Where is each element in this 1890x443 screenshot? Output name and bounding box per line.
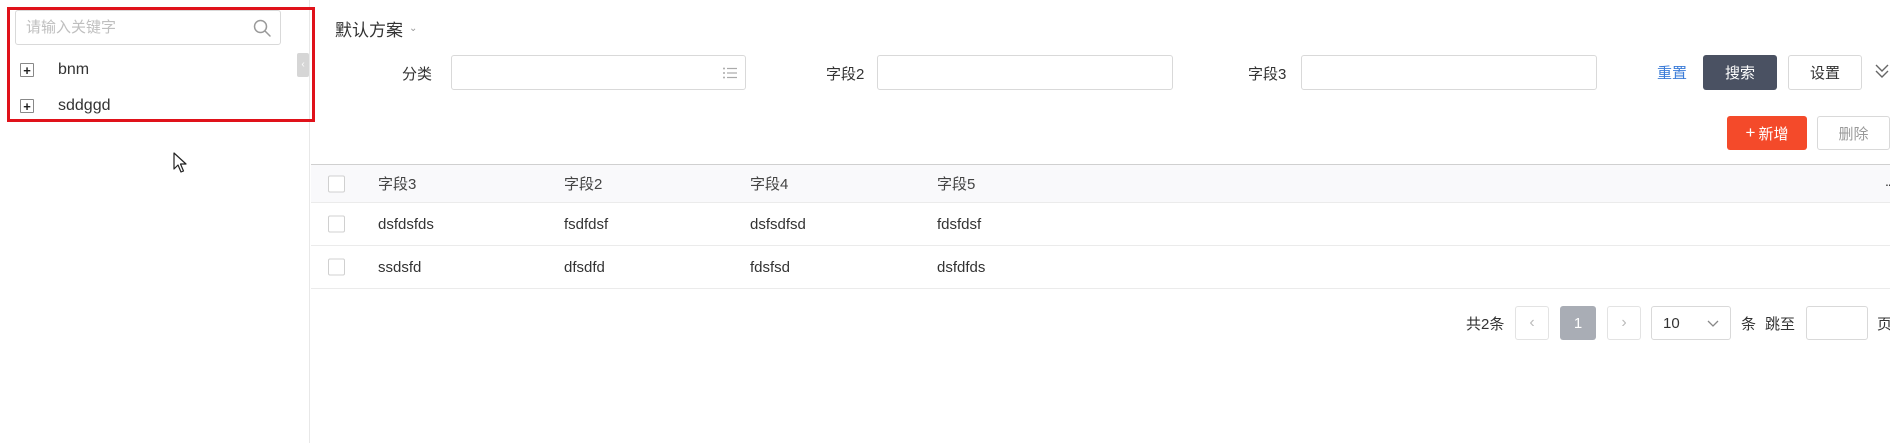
expand-plus-icon[interactable]: + (20, 99, 34, 113)
settings-button[interactable]: 设置 (1788, 55, 1862, 90)
column-header[interactable]: 字段5 (937, 165, 975, 202)
tree-search-input[interactable] (16, 11, 241, 44)
table-cell: fdsfsd (750, 258, 791, 276)
filter-input-field3[interactable] (1301, 55, 1597, 90)
table-cell: dfsdfd (564, 258, 605, 276)
table-row[interactable]: dsfdsfds fsdfdsf dsfsdfsd fdsfdsf (311, 203, 1890, 246)
tree-panel: ‹ + bnm + sddggd (0, 0, 315, 443)
add-button[interactable]: + 新增 (1727, 116, 1807, 150)
table-cell: fdsfdsf (937, 215, 982, 233)
row-checkbox[interactable] (328, 258, 345, 276)
page-number-current[interactable]: 1 (1560, 306, 1596, 340)
reset-button[interactable]: 重置 (1657, 62, 1687, 83)
page-size-unit: 条 (1741, 316, 1757, 333)
column-more-icon[interactable]: ·· (1885, 176, 1890, 192)
table-cell: dsfdsfds (378, 215, 434, 233)
filter-input-field2[interactable] (877, 55, 1173, 90)
jump-to-label: 跳至 (1765, 316, 1796, 333)
scheme-label[interactable]: 默认方案 (335, 16, 403, 41)
filter-label-category: 分类 (402, 66, 433, 83)
tree-node-label[interactable]: bnm (58, 61, 89, 79)
next-page-button[interactable]: › (1607, 306, 1641, 340)
page-unit-label: 页 (1877, 316, 1890, 333)
filter-label-field2: 字段2 (826, 66, 865, 83)
table-cell: dsfsdfsd (750, 215, 806, 233)
list-icon[interactable] (722, 65, 738, 81)
table-cell: dsfdfds (937, 258, 986, 276)
table-row[interactable]: ssdsfd dfsdfd fdsfsd dsfdfds (311, 246, 1890, 289)
search-icon[interactable] (252, 18, 272, 38)
row-checkbox[interactable] (328, 215, 345, 233)
select-all-checkbox[interactable] (328, 175, 345, 192)
tree-node-label[interactable]: sddggd (58, 97, 111, 115)
column-header[interactable]: 字段4 (750, 165, 788, 202)
chevron-down-icon (1707, 320, 1719, 327)
jump-to-page-input[interactable] (1806, 306, 1868, 340)
mouse-cursor-icon (173, 152, 187, 173)
table-cell: ssdsfd (378, 258, 422, 276)
tree-search-box[interactable] (15, 10, 281, 45)
filter-label-field3: 字段3 (1248, 66, 1287, 83)
plus-icon: + (1745, 123, 1756, 142)
panel-collapse-handle[interactable]: ‹ (297, 53, 309, 77)
column-header[interactable]: 字段3 (378, 165, 416, 202)
page-size-value: 10 (1663, 314, 1680, 332)
tree-node-bnm[interactable]: + bnm (20, 58, 89, 82)
table-cell: fsdfdsf (564, 215, 609, 233)
expand-plus-icon[interactable]: + (20, 63, 34, 77)
pagination-total: 共2条 (1466, 316, 1505, 333)
chevron-down-icon[interactable]: ⌄ (409, 23, 417, 34)
table-header: 字段3 字段2 字段4 字段5 ·· (311, 164, 1890, 203)
search-button[interactable]: 搜索 (1703, 55, 1777, 90)
double-chevron-down-icon[interactable] (1874, 62, 1890, 80)
delete-button[interactable]: 删除 (1817, 116, 1890, 150)
tree-node-sddggd[interactable]: + sddggd (20, 94, 111, 118)
filter-input-category[interactable] (451, 55, 746, 90)
prev-page-button[interactable]: ‹ (1515, 306, 1549, 340)
scheme-selector[interactable]: 默认方案 ⌄ (335, 16, 417, 41)
data-table: 字段3 字段2 字段4 字段5 ·· dsfdsfds fsdfdsf dsfs… (311, 164, 1890, 289)
add-button-label: 新增 (1758, 125, 1789, 143)
column-header[interactable]: 字段2 (564, 165, 602, 202)
page-size-select[interactable]: 10 (1651, 306, 1731, 340)
